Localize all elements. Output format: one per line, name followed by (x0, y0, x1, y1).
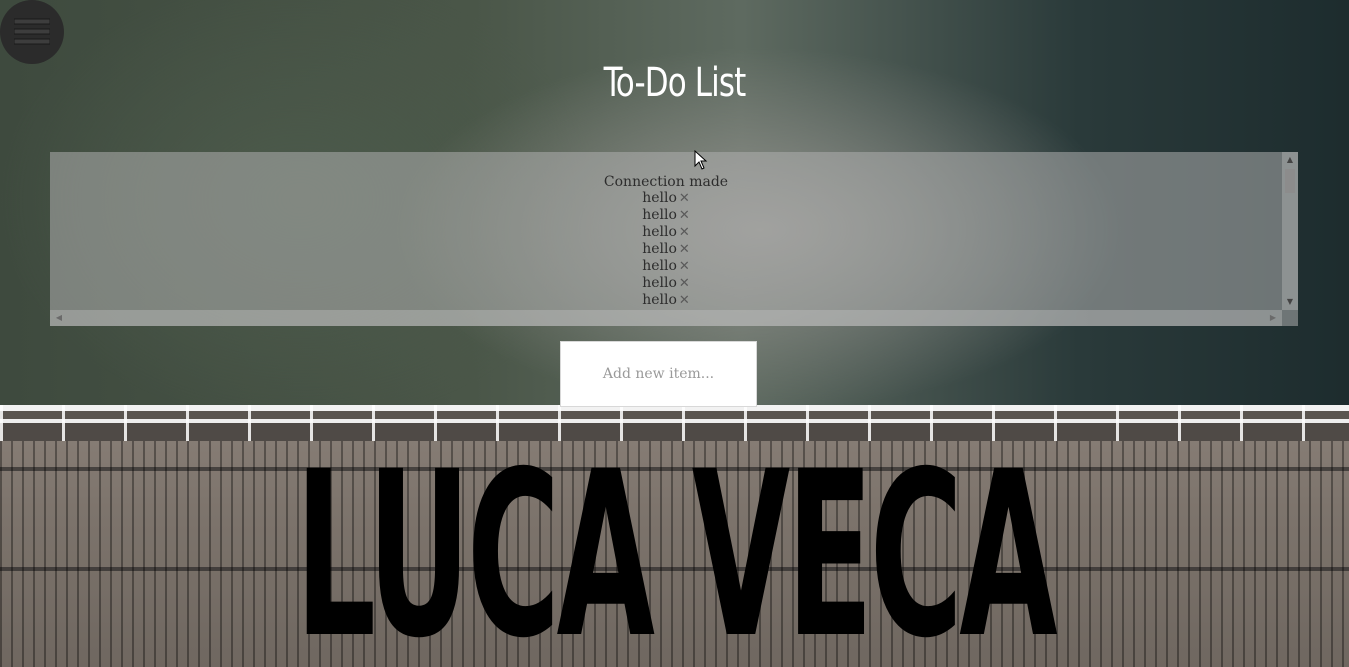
todo-item-label: hello (642, 190, 677, 206)
todo-item: hello✕ (50, 241, 1282, 258)
scrollbar-thumb[interactable] (1285, 169, 1295, 193)
todo-item-label: hello (642, 275, 677, 291)
todo-item-label: hello (642, 292, 677, 308)
brand-name: LUCA VECA (295, 422, 1058, 667)
todo-item: hello✕ (50, 292, 1282, 309)
todo-item: hello✕ (50, 207, 1282, 224)
todo-item-label: hello (642, 224, 677, 240)
scroll-down-icon[interactable]: ▼ (1282, 296, 1298, 308)
todo-list-panel[interactable]: Connection made hello ✕ hello ✕ hello ✕ hello ✕… (50, 152, 1298, 326)
scroll-up-icon[interactable]: ▲ (1282, 154, 1298, 166)
remove-item-icon[interactable]: ✕ (679, 276, 690, 292)
todo-list: Connection made hello ✕ hello ✕ hello ✕ hello ✕… (50, 152, 1282, 310)
todo-item: hello✕ (50, 258, 1282, 275)
todo-item: hello✕ (50, 190, 1282, 207)
remove-item-icon[interactable]: ✕ (679, 293, 690, 309)
remove-item-icon[interactable]: ✕ (679, 225, 690, 241)
hamburger-menu-icon (14, 18, 50, 45)
remove-item-icon[interactable]: ✕ (679, 191, 690, 207)
connection-status: Connection made (603, 174, 729, 190)
scroll-left-icon[interactable]: ◀ (52, 310, 66, 326)
todo-item: hello✕ (50, 275, 1282, 292)
horizontal-scrollbar[interactable]: ◀ ▶ (50, 310, 1282, 326)
new-item-input[interactable] (560, 341, 757, 407)
todo-item: hello✕ (50, 224, 1282, 241)
vertical-scrollbar[interactable]: ▲ ▼ (1282, 152, 1298, 310)
todo-item-label: hello (642, 258, 677, 274)
page-title: To-Do List (603, 60, 747, 106)
todo-item-label: hello (642, 241, 677, 257)
mouse-cursor-icon (694, 150, 708, 170)
scroll-right-icon[interactable]: ▶ (1266, 310, 1280, 326)
hamburger-menu-button[interactable] (0, 0, 64, 64)
remove-item-icon[interactable]: ✕ (679, 242, 690, 258)
remove-item-icon[interactable]: ✕ (679, 208, 690, 224)
remove-item-icon[interactable]: ✕ (679, 259, 690, 275)
todo-item-label: hello (642, 207, 677, 223)
